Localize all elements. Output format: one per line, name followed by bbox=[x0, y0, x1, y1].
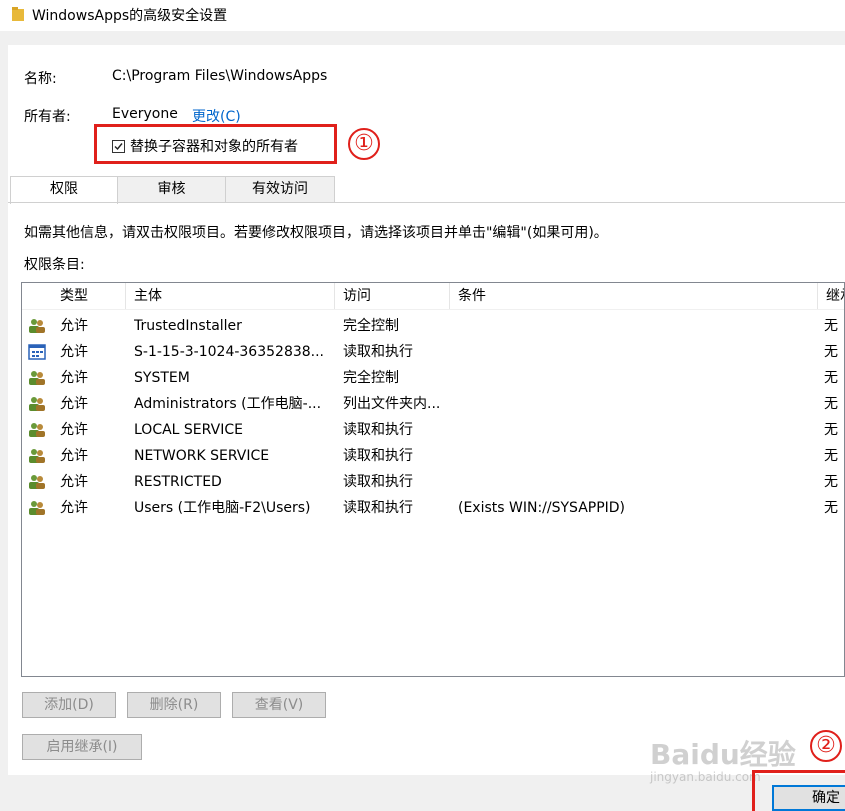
permission-principal: TrustedInstaller bbox=[134, 318, 242, 334]
column-header-principal[interactable]: 主体 bbox=[126, 283, 335, 309]
remove-button[interactable]: 删除(R) bbox=[127, 692, 221, 718]
tab-effective-access[interactable]: 有效访问 bbox=[225, 176, 335, 202]
permission-row[interactable]: 允许 Administrators (工作电脑-... 列出文件夹内... 无 bbox=[22, 391, 844, 417]
permission-row[interactable]: 允许 RESTRICTED 读取和执行 无 bbox=[22, 469, 844, 495]
watermark-logo: Baidu经验 bbox=[650, 738, 796, 771]
tab-bar: 权限 审核 有效访问 bbox=[10, 176, 335, 204]
permission-inherited-from: 无 bbox=[824, 344, 838, 360]
users-icon bbox=[28, 318, 46, 334]
permission-inherited-from: 无 bbox=[824, 396, 838, 412]
permission-access: 读取和执行 bbox=[343, 422, 413, 438]
permission-type: 允许 bbox=[60, 396, 88, 412]
permission-row[interactable]: 允许 SYSTEM 完全控制 无 bbox=[22, 365, 844, 391]
checkmark-icon bbox=[114, 142, 123, 150]
permission-row[interactable]: 允许 LOCAL SERVICE 读取和执行 无 bbox=[22, 417, 844, 443]
permission-principal: NETWORK SERVICE bbox=[134, 448, 270, 464]
header-divider bbox=[22, 309, 844, 310]
permission-type: 允许 bbox=[60, 344, 88, 360]
users-icon bbox=[28, 448, 46, 464]
permission-type: 允许 bbox=[60, 474, 88, 490]
name-value: C:\Program Files\WindowsApps bbox=[112, 68, 328, 84]
add-button[interactable]: 添加(D) bbox=[22, 692, 116, 718]
permission-inherited-from: 无 bbox=[824, 500, 838, 516]
permission-entries-list[interactable]: 类型 主体 访问 条件 继承 允许TrustedInstaller完全控制无允许… bbox=[21, 282, 845, 677]
permission-access: 完全控制 bbox=[343, 370, 399, 386]
users-icon bbox=[28, 500, 46, 516]
view-button[interactable]: 查看(V) bbox=[232, 692, 326, 718]
users-icon bbox=[28, 370, 46, 386]
permission-type: 允许 bbox=[60, 500, 88, 516]
column-header-access[interactable]: 访问 bbox=[335, 283, 450, 309]
permission-inherited-from: 无 bbox=[824, 448, 838, 464]
owner-value: Everyone bbox=[112, 106, 178, 122]
watermark-url: jingyan.baidu.com bbox=[650, 770, 761, 784]
permission-inherited-from: 无 bbox=[824, 370, 838, 386]
users-icon bbox=[28, 474, 46, 490]
enable-inheritance-button[interactable]: 启用继承(I) bbox=[22, 734, 142, 760]
checkbox-box[interactable] bbox=[112, 139, 125, 153]
permission-row[interactable]: 允许 Users (工作电脑-F2\Users) 读取和执行 (Exists WIN:… bbox=[22, 495, 844, 521]
permission-row[interactable]: 允许 NETWORK SERVICE 读取和执行 无 bbox=[22, 443, 844, 469]
owner-label: 所有者: bbox=[24, 109, 71, 125]
permission-access: 列出文件夹内... bbox=[343, 396, 441, 412]
folder-icon bbox=[12, 7, 24, 21]
permission-inherited-from: 无 bbox=[824, 318, 838, 334]
title-bar: WindowsApps的高级安全设置 bbox=[0, 0, 845, 31]
permission-access: 读取和执行 bbox=[343, 448, 413, 464]
permission-access: 完全控制 bbox=[343, 318, 399, 334]
app-package-icon bbox=[28, 344, 46, 360]
users-icon bbox=[28, 396, 46, 412]
permission-type: 允许 bbox=[60, 370, 88, 386]
ok-button[interactable]: 确定 bbox=[772, 785, 845, 811]
info-text: 如需其他信息，请双击权限项目。若要修改权限项目，请选择该项目并单击"编辑"(如果… bbox=[24, 225, 608, 241]
permission-condition: (Exists WIN://SYSAPPID) bbox=[458, 500, 626, 516]
permission-access: 读取和执行 bbox=[343, 500, 413, 516]
permission-row[interactable]: 允许 TrustedInstaller 完全控制 无 bbox=[22, 313, 844, 339]
permission-inherited-from: 无 bbox=[824, 474, 838, 490]
permission-principal: RESTRICTED bbox=[134, 474, 222, 490]
column-header-inherited[interactable]: 继承 bbox=[818, 283, 844, 309]
replace-owner-label: 替换子容器和对象的所有者 bbox=[130, 139, 298, 155]
permission-access: 读取和执行 bbox=[343, 344, 413, 360]
permission-type: 允许 bbox=[60, 448, 88, 464]
permission-principal: SYSTEM bbox=[134, 370, 190, 386]
permission-access: 读取和执行 bbox=[343, 474, 413, 490]
window-title: WindowsApps的高级安全设置 bbox=[32, 8, 228, 24]
name-label: 名称: bbox=[24, 71, 57, 87]
permission-row[interactable]: 允许 S-1-15-3-1024-36352838... 读取和执行 无 bbox=[22, 339, 844, 365]
permission-principal: Users (工作电脑-F2\Users) bbox=[134, 500, 311, 516]
column-header-type[interactable]: 类型 bbox=[52, 283, 126, 309]
permission-type: 允许 bbox=[60, 318, 88, 334]
annotation-number-2: ② bbox=[810, 730, 842, 762]
users-icon bbox=[28, 422, 46, 438]
change-owner-link[interactable]: 更改(C) bbox=[192, 106, 241, 126]
column-header-condition[interactable]: 条件 bbox=[450, 283, 818, 309]
replace-owner-checkbox[interactable]: 替换子容器和对象的所有者 bbox=[112, 136, 298, 156]
entries-label: 权限条目: bbox=[24, 257, 85, 273]
annotation-number-1: ① bbox=[348, 128, 380, 160]
tab-auditing[interactable]: 审核 bbox=[117, 176, 226, 202]
permission-principal: Administrators (工作电脑-... bbox=[134, 396, 322, 412]
tab-permissions[interactable]: 权限 bbox=[10, 176, 118, 204]
tab-divider bbox=[8, 202, 845, 203]
permission-principal: LOCAL SERVICE bbox=[134, 422, 243, 438]
permission-type: 允许 bbox=[60, 422, 88, 438]
permission-principal: S-1-15-3-1024-36352838... bbox=[134, 344, 325, 360]
permission-inherited-from: 无 bbox=[824, 422, 838, 438]
